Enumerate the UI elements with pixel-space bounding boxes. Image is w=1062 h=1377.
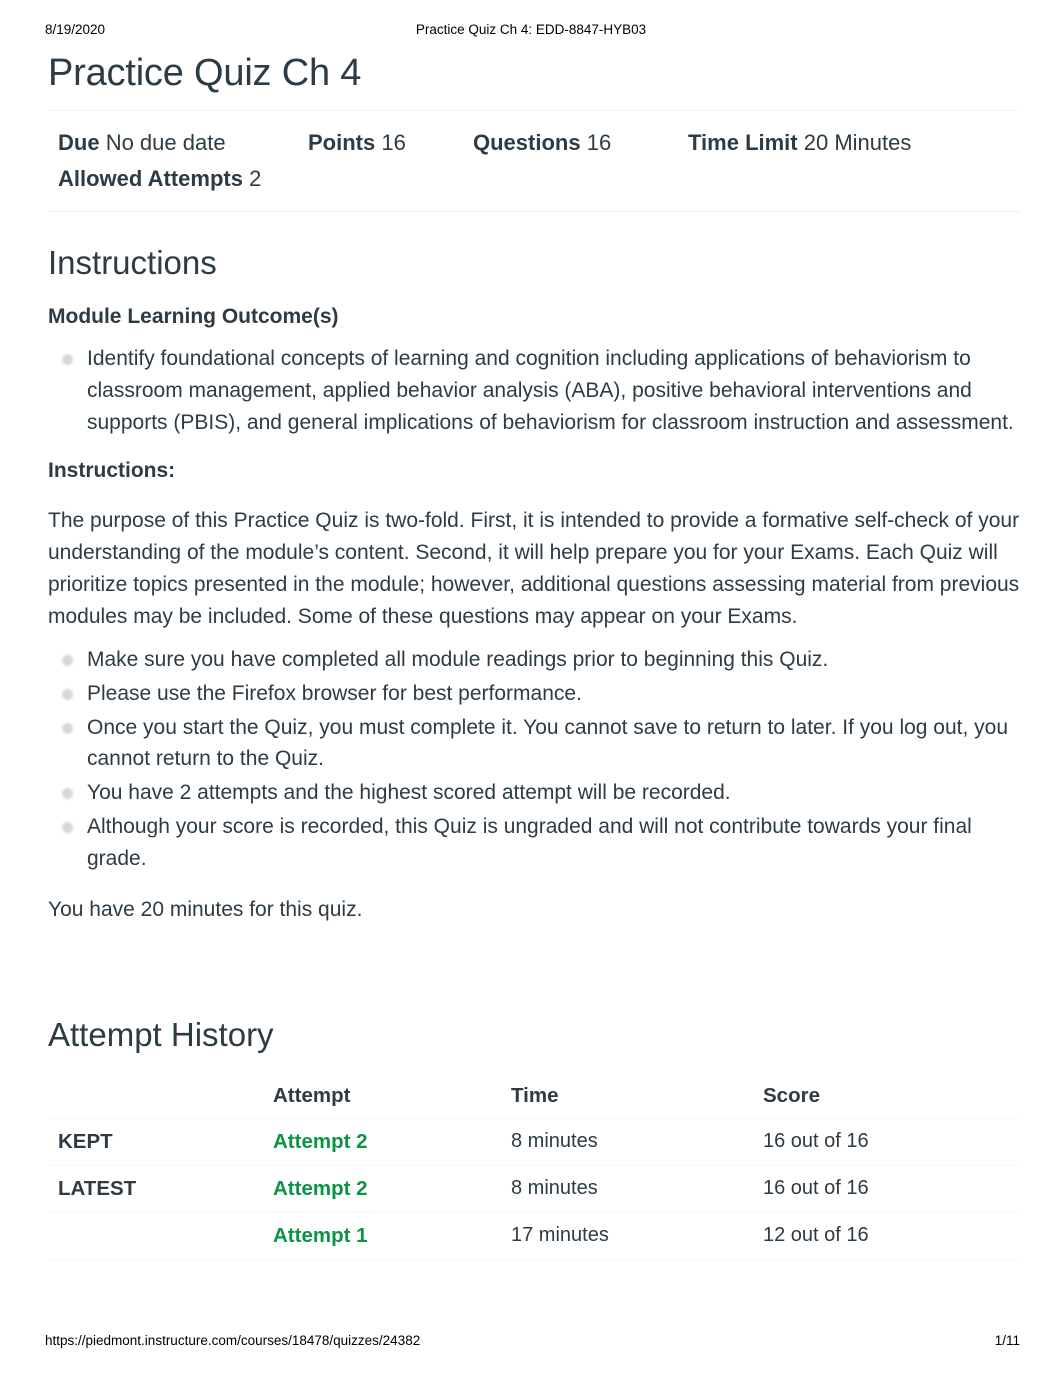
list-item-text: Once you start the Quiz, you must comple… bbox=[87, 715, 1009, 771]
column-header-score: Score bbox=[763, 1072, 1020, 1119]
quiz-meta-points: Points 16 bbox=[308, 125, 473, 161]
list-item-text: Although your score is recorded, this Qu… bbox=[87, 815, 972, 871]
quiz-meta-points-value: 16 bbox=[381, 130, 406, 156]
list-item-text: You have 2 attempts and the highest scor… bbox=[87, 781, 731, 805]
list-item: Once you start the Quiz, you must comple… bbox=[48, 712, 1020, 776]
quiz-meta-time-limit-label: Time Limit bbox=[688, 130, 798, 156]
quiz-meta-box: Due No due date Points 16 Questions 16 T… bbox=[48, 110, 1020, 212]
attempt-row-label: LATEST bbox=[48, 1165, 273, 1213]
quiz-meta-allowed-attempts-value: 2 bbox=[249, 165, 262, 191]
attempt-row-score: 16 out of 16 bbox=[763, 1165, 1020, 1213]
instructions-paragraph: The purpose of this Practice Quiz is two… bbox=[48, 509, 1020, 628]
column-header-blank bbox=[48, 1072, 273, 1119]
attempt-row-attempt-cell: Attempt 1 bbox=[273, 1212, 511, 1260]
list-item-text: Make sure you have completed all module … bbox=[87, 647, 829, 671]
print-footer-url: https://piedmont.instructure.com/courses… bbox=[45, 1333, 421, 1348]
bullet-icon bbox=[62, 722, 73, 734]
quiz-meta-allowed-attempts: Allowed Attempts 2 bbox=[58, 161, 261, 197]
quiz-meta-due-label: Due bbox=[58, 130, 100, 156]
quiz-meta-due-value: No due date bbox=[105, 130, 226, 156]
printed-quiz-page: 8/19/2020 Practice Quiz Ch 4: EDD-8847-H… bbox=[0, 0, 1062, 1377]
instructions-bullet-list: Make sure you have completed all module … bbox=[48, 644, 1020, 875]
bullet-icon bbox=[62, 788, 73, 800]
instructions-closing-note: You have 20 minutes for this quiz. bbox=[48, 898, 363, 922]
list-item: Identify foundational concepts of learni… bbox=[48, 343, 1020, 439]
attempt-link[interactable]: Attempt 1 bbox=[273, 1224, 368, 1247]
attempt-row-score: 16 out of 16 bbox=[763, 1118, 1020, 1166]
attempt-row-attempt-cell: Attempt 2 bbox=[273, 1118, 511, 1166]
attempt-row-attempt-cell: Attempt 2 bbox=[273, 1165, 511, 1213]
bullet-icon bbox=[62, 654, 73, 666]
quiz-meta-row-1: Due No due date Points 16 Questions 16 T… bbox=[58, 125, 1020, 161]
quiz-meta-row-2: Allowed Attempts 2 bbox=[58, 161, 1020, 197]
bullet-icon bbox=[62, 688, 73, 700]
attempt-history-heading: Attempt History bbox=[48, 1015, 274, 1053]
list-item: Although your score is recorded, this Qu… bbox=[48, 811, 1020, 875]
column-header-attempt: Attempt bbox=[273, 1072, 511, 1119]
attempt-link[interactable]: Attempt 2 bbox=[273, 1177, 368, 1200]
table-row: KEPT Attempt 2 8 minutes 16 out of 16 bbox=[48, 1118, 1020, 1166]
table-header-row: Attempt Time Score bbox=[48, 1072, 1020, 1119]
page-content: Practice Quiz Ch 4 Due No due date Point… bbox=[48, 50, 1020, 1260]
print-header-title: Practice Quiz Ch 4: EDD-8847-HYB03 bbox=[415, 22, 647, 37]
module-learning-outcome-heading: Module Learning Outcome(s) bbox=[48, 304, 339, 328]
attempt-link[interactable]: Attempt 2 bbox=[273, 1130, 368, 1153]
quiz-meta-questions-label: Questions bbox=[473, 130, 581, 156]
list-item-text: Identify foundational concepts of learni… bbox=[87, 346, 1014, 434]
list-item: You have 2 attempts and the highest scor… bbox=[48, 777, 1020, 809]
quiz-meta-questions: Questions 16 bbox=[473, 125, 688, 161]
quiz-meta-questions-value: 16 bbox=[586, 130, 612, 156]
print-footer: https://piedmont.instructure.com/courses… bbox=[45, 1333, 1020, 1351]
attempt-history-table-head: Attempt Time Score bbox=[48, 1072, 1020, 1119]
attempt-history-section: Attempt History Attempt Time Score KEPT … bbox=[48, 1014, 1020, 1260]
list-item-text: Please use the Firefox browser for best … bbox=[87, 681, 582, 705]
attempt-row-label: KEPT bbox=[48, 1118, 273, 1166]
attempt-row-time: 8 minutes bbox=[511, 1118, 763, 1166]
list-item: Make sure you have completed all module … bbox=[48, 644, 1020, 676]
attempt-history-table-body: KEPT Attempt 2 8 minutes 16 out of 16 LA… bbox=[48, 1118, 1020, 1260]
list-item: Please use the Firefox browser for best … bbox=[48, 678, 1020, 710]
quiz-meta-time-limit: Time Limit 20 Minutes bbox=[688, 125, 911, 161]
column-header-time: Time bbox=[511, 1072, 763, 1119]
table-row: LATEST Attempt 2 8 minutes 16 out of 16 bbox=[48, 1165, 1020, 1213]
quiz-meta-points-label: Points bbox=[308, 130, 376, 156]
quiz-meta-due: Due No due date bbox=[58, 125, 308, 161]
page-title: Practice Quiz Ch 4 bbox=[48, 52, 362, 94]
print-header: 8/19/2020 Practice Quiz Ch 4: EDD-8847-H… bbox=[45, 22, 1017, 40]
bullet-icon bbox=[62, 822, 73, 834]
bullet-icon bbox=[62, 353, 73, 365]
attempt-history-table: Attempt Time Score KEPT Attempt 2 8 minu… bbox=[48, 1072, 1020, 1260]
attempt-row-time: 17 minutes bbox=[511, 1212, 763, 1260]
instructions-heading: Instructions bbox=[48, 243, 217, 281]
module-learning-outcome-list: Identify foundational concepts of learni… bbox=[48, 343, 1020, 439]
attempt-row-score: 12 out of 16 bbox=[763, 1212, 1020, 1260]
attempt-row-label bbox=[48, 1212, 273, 1260]
instructions-label: Instructions: bbox=[48, 458, 176, 482]
quiz-meta-time-limit-value: 20 Minutes bbox=[803, 130, 912, 156]
print-footer-page-number: 1/11 bbox=[994, 1333, 1020, 1348]
quiz-meta-allowed-attempts-label: Allowed Attempts bbox=[58, 165, 243, 191]
table-row: Attempt 1 17 minutes 12 out of 16 bbox=[48, 1212, 1020, 1260]
attempt-row-time: 8 minutes bbox=[511, 1165, 763, 1213]
